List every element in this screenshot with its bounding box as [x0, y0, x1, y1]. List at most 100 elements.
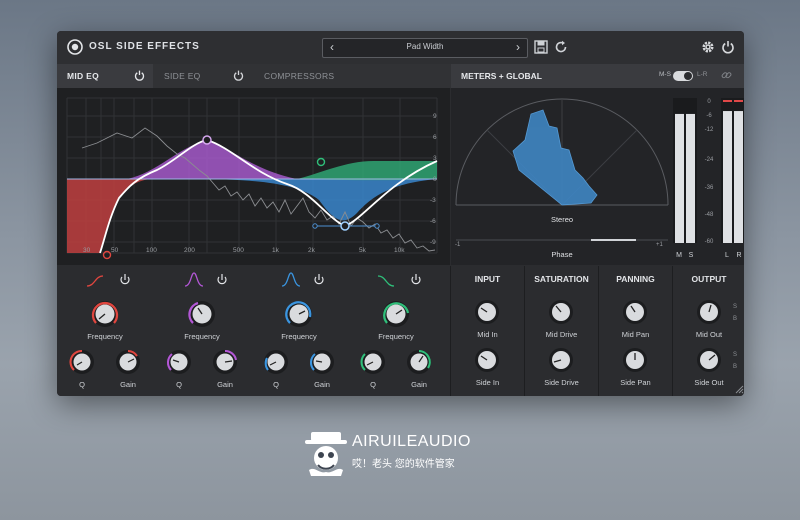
q-label: Q: [176, 380, 182, 389]
meter-label-l: L: [725, 252, 729, 259]
side-pan-knob[interactable]: [623, 348, 647, 372]
db-label: 9: [433, 113, 437, 120]
mid-drive-label: Mid Drive: [545, 330, 578, 339]
preset-next-button[interactable]: ›: [511, 40, 525, 54]
band-2-power-icon[interactable]: [217, 274, 227, 285]
q-knob[interactable]: [166, 350, 191, 374]
tab-mid-eq-label: MID EQ: [67, 71, 100, 81]
eq-node-3-q-right[interactable]: [374, 223, 380, 229]
q-label: Q: [273, 380, 279, 389]
frequency-knob[interactable]: [285, 301, 312, 327]
mid-in-knob[interactable]: [475, 300, 499, 324]
mid-pan-label: Mid Pan: [621, 330, 650, 339]
preset-selector[interactable]: ‹ Pad Width ›: [322, 38, 528, 58]
phase-min-label: -1: [455, 242, 461, 248]
freq-label: 50: [111, 247, 119, 254]
ms-lr-toggle[interactable]: [673, 71, 693, 81]
q-knob[interactable]: [360, 350, 385, 374]
mid-pan-knob[interactable]: [623, 300, 647, 324]
mid-bypass-button[interactable]: B: [733, 316, 737, 322]
power-icon[interactable]: [721, 40, 735, 54]
preset-prev-button[interactable]: ‹: [325, 40, 339, 54]
panning-section: PANNING Mid Pan Side Pan: [598, 266, 672, 396]
resize-handle-icon[interactable]: [734, 384, 744, 394]
logo-icon: [67, 39, 83, 55]
eq-node-4[interactable]: [316, 157, 326, 167]
freq-label: 200: [184, 247, 195, 254]
band-3-power-icon[interactable]: [314, 274, 324, 285]
output-section: OUTPUT S B S B Mid Out Side Out: [672, 266, 744, 396]
side-in-knob[interactable]: [475, 348, 499, 372]
high-shelf-icon: [377, 275, 395, 287]
frequency-knob[interactable]: [91, 301, 119, 327]
app-title: OSL SIDE EFFECTS: [89, 41, 200, 52]
tab-side-eq-label: SIDE EQ: [164, 71, 201, 81]
gain-knob[interactable]: [213, 349, 238, 374]
frequency-label: Frequency: [281, 332, 317, 341]
link-icon[interactable]: [721, 70, 732, 81]
db-label: -9: [430, 239, 436, 246]
q-label: Q: [370, 380, 376, 389]
mid-in-label: Mid In: [477, 330, 498, 339]
goniometer: Stereo: [455, 98, 669, 224]
tab-compressors-label: COMPRESSORS: [264, 71, 335, 81]
freq-label: 100: [146, 247, 157, 254]
watermark-title: AIRUILEAUDIO: [352, 433, 471, 450]
tab-mid-eq[interactable]: MID EQ: [57, 64, 153, 88]
mid-out-knob[interactable]: [697, 300, 721, 324]
goniometer-label: Stereo: [551, 215, 573, 224]
band-1-power-icon[interactable]: [120, 274, 130, 285]
lr-label: L-R: [697, 71, 708, 78]
refresh-icon[interactable]: [554, 40, 568, 54]
meter-scale-label: 0: [707, 99, 711, 105]
band-4-power-icon[interactable]: [411, 274, 421, 285]
eq-node-3[interactable]: [340, 221, 350, 231]
frequency-knob[interactable]: [383, 301, 410, 327]
side-out-knob[interactable]: [697, 348, 721, 372]
bell-icon: [184, 272, 204, 287]
save-icon[interactable]: [534, 40, 548, 54]
frequency-label: Frequency: [378, 332, 414, 341]
tab-side-eq[interactable]: SIDE EQ: [154, 64, 252, 88]
side-in-label: Side In: [475, 378, 500, 387]
q-knob[interactable]: [69, 349, 94, 374]
side-drive-label: Side Drive: [544, 378, 579, 387]
side-bypass-button[interactable]: B: [733, 364, 737, 370]
side-pan-label: Side Pan: [620, 378, 651, 387]
eq-node-3-q-left[interactable]: [312, 223, 318, 229]
q-knob[interactable]: [264, 350, 288, 374]
eq-band-1: Frequency Q Gain: [57, 266, 154, 396]
db-label: 0: [433, 176, 437, 183]
gear-icon[interactable]: [701, 40, 715, 54]
input-section: INPUT Mid In Side In: [450, 266, 524, 396]
mid-eq-power-icon[interactable]: [134, 70, 145, 81]
mid-drive-knob[interactable]: [549, 300, 573, 324]
saturation-section: SATURATION Mid Drive Side Drive: [524, 266, 598, 396]
gain-knob[interactable]: [407, 349, 431, 374]
gain-knob[interactable]: [309, 350, 334, 374]
meter-bar-l: [723, 111, 732, 243]
goniometer-shape: [512, 109, 598, 206]
side-solo-button[interactable]: S: [733, 352, 737, 358]
side-eq-power-icon[interactable]: [233, 70, 244, 81]
preset-name[interactable]: Pad Width: [341, 42, 509, 51]
level-meters: 0 -6 -12 -24 -36 -48 -60 M S L R: [673, 98, 744, 259]
tab-compressors[interactable]: COMPRESSORS: [254, 64, 354, 88]
meter-bar-s: [686, 113, 695, 243]
mid-solo-button[interactable]: S: [733, 304, 737, 310]
gain-label: Gain: [217, 380, 233, 389]
meter-label-s: S: [689, 252, 694, 259]
side-drive-knob[interactable]: [549, 348, 573, 372]
q-label: Q: [79, 380, 85, 389]
freq-label: 5k: [359, 247, 367, 254]
gain-knob[interactable]: [116, 349, 140, 374]
freq-label: 500: [233, 247, 244, 254]
tab-meters-global[interactable]: METERS + GLOBAL M-S L-R: [451, 64, 744, 88]
frequency-knob[interactable]: [188, 301, 215, 327]
top-bar: OSL SIDE EFFECTS ‹ Pad Width ›: [57, 31, 744, 64]
eq-graph[interactable]: 9 6 3 0 -3 -6 -9 30 50 100 200 500 1k 2k…: [57, 88, 450, 265]
eq-node-2[interactable]: [202, 135, 212, 145]
meter-scale-label: -12: [705, 127, 714, 133]
freq-label: 30: [83, 247, 91, 254]
low-shelf-icon: [86, 275, 104, 287]
